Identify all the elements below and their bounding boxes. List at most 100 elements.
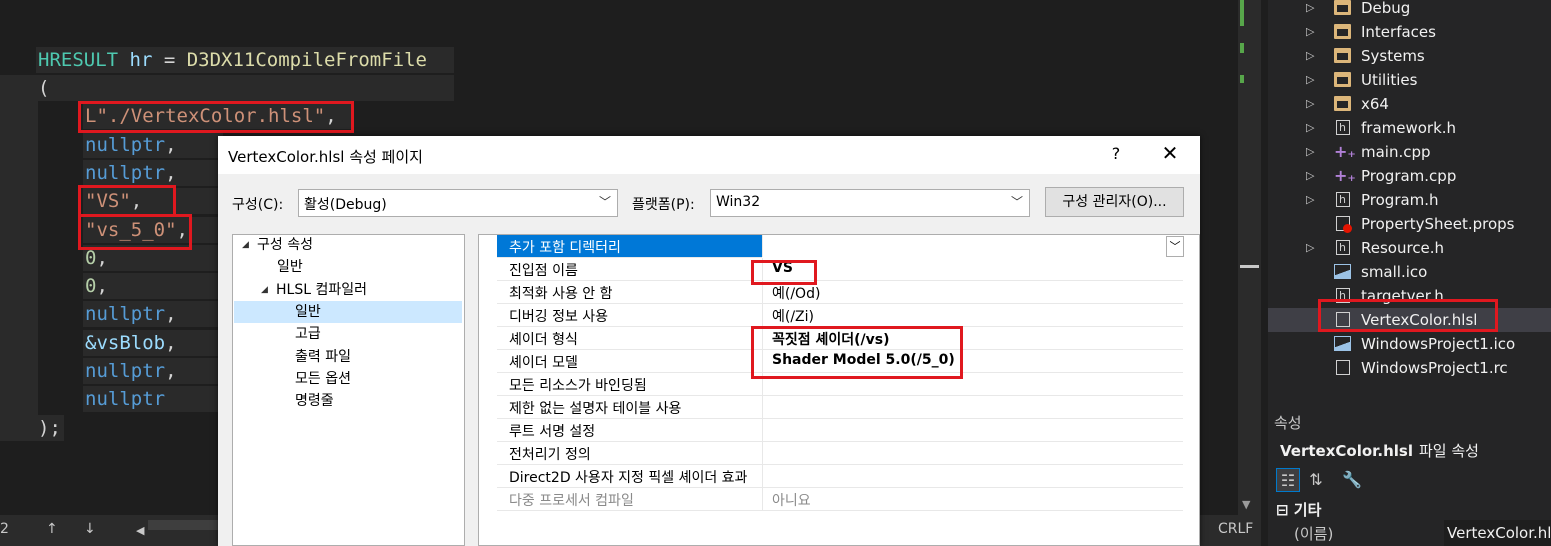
property-grid[interactable]: 추가 포함 디렉터리 진입점 이름 VS 최적화 사용 안 함 예(/Od) 디버깅 정보… — [478, 234, 1200, 546]
scroll-marker — [1240, 43, 1244, 53]
expand-arrow-icon[interactable]: ▷ — [1306, 44, 1314, 68]
solution-item-resource-h[interactable]: ▷ Resource.h — [1268, 236, 1551, 260]
property-name: 진입점 이름 — [509, 263, 578, 279]
chevron-down-icon[interactable]: ﹀ — [1166, 236, 1184, 257]
property-row[interactable]: 제한 없는 설명자 테이블 사용 — [497, 396, 1183, 419]
solution-item-framework-h[interactable]: ▷ framework.h — [1268, 116, 1551, 140]
line-number-fragment: 2 — [0, 521, 9, 537]
property-name-value[interactable]: VertexColor.hlsl — [1444, 520, 1551, 546]
expand-arrow-icon[interactable]: ▷ — [1306, 188, 1314, 212]
property-row[interactable]: Direct2D 사용자 지정 픽셀 셰이더 효과 — [497, 465, 1183, 488]
category-other[interactable]: ⊟ 기타 — [1276, 499, 1321, 520]
code-token: , — [165, 332, 177, 354]
code-line[interactable]: 0, — [83, 273, 223, 299]
expand-arrow-icon[interactable]: ▷ — [1306, 92, 1314, 116]
column-divider — [762, 304, 763, 326]
solution-item-windowsproject1-rc[interactable]: WindowsProject1.rc — [1268, 356, 1551, 380]
expand-arrow-icon[interactable]: ▷ — [1306, 164, 1314, 188]
solution-item-interfaces[interactable]: ▷ Interfaces — [1268, 20, 1551, 44]
highlight-box-shader-model — [78, 214, 192, 250]
highlight-box-entry-point — [78, 185, 176, 217]
configuration-manager-button[interactable]: 구성 관리자(O)... — [1045, 187, 1184, 217]
scroll-thumb[interactable] — [1240, 265, 1259, 268]
column-divider — [762, 488, 763, 510]
collapse-arrow-icon[interactable]: ◢ — [261, 279, 268, 301]
header-file-icon — [1336, 188, 1350, 212]
property-value[interactable]: 예(/Zi) — [772, 306, 814, 326]
property-pages-wrench-icon[interactable]: 🔧 — [1340, 468, 1364, 492]
solution-item-label: Systems — [1361, 47, 1425, 65]
tree-node-label: 모든 옵션 — [295, 370, 351, 387]
editor-vertical-scrollbar[interactable]: ▼ — [1238, 0, 1261, 515]
solution-item-small-ico[interactable]: small.ico — [1268, 260, 1551, 284]
solution-item-debug[interactable]: ▷ Debug — [1268, 0, 1551, 20]
previous-issue-icon[interactable]: ↑ — [46, 521, 58, 537]
solution-item-systems[interactable]: ▷ Systems — [1268, 44, 1551, 68]
code-line[interactable]: nullptr, — [83, 301, 223, 327]
help-icon[interactable]: ? — [1106, 144, 1126, 163]
code-line[interactable]: nullptr — [83, 386, 223, 412]
expand-arrow-icon[interactable]: ▷ — [1306, 236, 1314, 260]
solution-item-main-cpp[interactable]: ▷ +₊ main.cpp — [1268, 140, 1551, 164]
code-line[interactable]: ( — [36, 75, 454, 101]
code-token: 0 — [85, 247, 97, 269]
configuration-select[interactable]: 활성(Debug) ﹀ — [298, 189, 618, 217]
highlight-box-hlsl-file — [1318, 299, 1498, 332]
code-line[interactable]: nullptr, — [83, 358, 223, 384]
code-line[interactable]: HRESULT hr = D3DX11CompileFromFile — [36, 47, 454, 73]
property-value[interactable]: 아니요 — [772, 490, 811, 510]
solution-item-program-cpp[interactable]: ▷ +₊ Program.cpp — [1268, 164, 1551, 188]
property-row[interactable]: 최적화 사용 안 함 예(/Od) — [497, 281, 1183, 304]
solution-item-windowsproject1-ico[interactable]: WindowsProject1.ico — [1268, 332, 1551, 356]
code-token: , — [165, 134, 177, 156]
code-line[interactable]: nullptr, — [83, 160, 223, 186]
property-category-tree[interactable]: ◢ 구성 속성 일반 ◢ HLSL 컴파일러 일반 고급 출력 파일 모든 옵션 명령줄 — [232, 234, 465, 546]
solution-item-label: Interfaces — [1361, 23, 1436, 41]
expand-arrow-icon[interactable]: ▷ — [1306, 116, 1314, 140]
solution-item-label: framework.h — [1361, 119, 1457, 137]
property-row[interactable]: 추가 포함 디렉터리 — [497, 235, 763, 258]
property-row[interactable]: 루트 서명 설정 — [497, 419, 1183, 442]
chevron-down-icon: ﹀ — [598, 195, 611, 209]
code-token: nullptr — [85, 303, 166, 325]
tree-node-label: 출력 파일 — [295, 348, 351, 365]
selection-shade — [0, 75, 38, 441]
folder-icon — [1334, 0, 1351, 15]
property-name: 최적화 사용 안 함 — [509, 286, 613, 302]
expand-arrow-icon[interactable]: ▷ — [1306, 0, 1314, 20]
tree-node-3[interactable]: 일반 — [234, 300, 462, 323]
scroll-down-arrow-icon[interactable]: ▼ — [1242, 498, 1250, 511]
property-row[interactable]: 디버깅 정보 사용 예(/Zi) — [497, 304, 1183, 327]
code-line[interactable]: ); — [36, 415, 64, 441]
property-name: 전처리기 정의 — [509, 447, 591, 463]
property-name: 다중 프로세서 컴파일 — [509, 493, 634, 509]
solution-item-program-h[interactable]: ▷ Program.h — [1268, 188, 1551, 212]
property-row[interactable]: 진입점 이름 VS — [497, 258, 1183, 281]
scroll-left-icon[interactable]: ◀ — [136, 524, 144, 537]
property-row[interactable]: 전처리기 정의 — [497, 442, 1183, 465]
solution-item-x64[interactable]: ▷ x64 — [1268, 92, 1551, 116]
solution-item-propertysheet-props[interactable]: PropertySheet.props — [1268, 212, 1551, 236]
solution-item-utilities[interactable]: ▷ Utilities — [1268, 68, 1551, 92]
property-value[interactable]: 예(/Od) — [772, 283, 820, 303]
categorized-icon[interactable]: ☷ — [1276, 468, 1300, 492]
expand-arrow-icon[interactable]: ▷ — [1306, 140, 1314, 164]
platform-select[interactable]: Win32 ﹀ — [710, 189, 1030, 217]
category-label: 기타 — [1293, 501, 1322, 519]
editor-horizontal-scroll-thumb[interactable] — [148, 520, 218, 530]
code-line[interactable]: nullptr, — [83, 132, 223, 158]
solution-item-label: Program.h — [1361, 191, 1439, 209]
alphabetical-icon[interactable]: ⇅ — [1304, 468, 1328, 492]
expand-arrow-icon[interactable]: ▷ — [1306, 20, 1314, 44]
next-issue-icon[interactable]: ↓ — [84, 521, 96, 537]
line-ending-indicator[interactable]: CRLF — [1218, 521, 1253, 537]
property-name: 제한 없는 설명자 테이블 사용 — [509, 401, 682, 417]
solution-item-label: Program.cpp — [1361, 167, 1457, 185]
properties-panel: 속성 VertexColor.hlsl 파일 속성 ☷ ⇅ 🔧 ⊟ 기타 (이름)… — [1268, 404, 1551, 546]
code-line[interactable]: &vsBlob, — [83, 330, 223, 356]
property-row[interactable]: 다중 프로세서 컴파일 아니요 — [497, 488, 1183, 511]
collapse-arrow-icon[interactable]: ◢ — [242, 234, 249, 256]
code-token: nullptr — [85, 162, 166, 184]
close-icon[interactable]: ✕ — [1157, 141, 1183, 165]
expand-arrow-icon[interactable]: ▷ — [1306, 68, 1314, 92]
